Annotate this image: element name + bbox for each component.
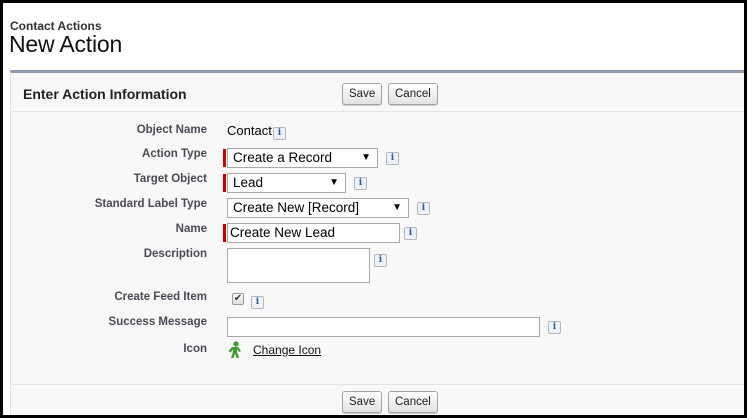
success-message-info-icon[interactable]: i (548, 321, 561, 334)
target-object-required-bar (223, 174, 226, 192)
standard-label-type-label: Standard Label Type (94, 198, 207, 210)
name-info-icon[interactable]: i (404, 227, 417, 240)
save-button-bottom[interactable]: Save (342, 391, 383, 413)
panel-footer: Save Cancel (11, 384, 744, 413)
person-icon (227, 341, 243, 359)
action-type-select[interactable]: Create a Record ▼ (227, 148, 378, 168)
target-object-select[interactable]: Lead ▼ (227, 173, 346, 193)
cancel-button-top[interactable]: Cancel (388, 83, 438, 105)
object-name-info-icon[interactable]: i (273, 127, 286, 140)
page-title: New Action (9, 31, 123, 57)
icon-label: Icon (183, 343, 207, 355)
standard-label-type-selected: Create New [Record] (233, 200, 360, 215)
chevron-down-icon: ▼ (361, 152, 371, 163)
action-info-panel: Enter Action Information Save Cancel Obj… (10, 70, 744, 415)
change-icon-link[interactable]: Change Icon (253, 343, 321, 357)
target-object-selected: Lead (233, 175, 264, 190)
name-required-bar (223, 224, 226, 242)
create-feed-item-label: Create Feed Item (114, 291, 207, 303)
action-type-required-bar (223, 149, 226, 167)
cancel-button-bottom[interactable]: Cancel (388, 391, 438, 413)
panel-title: Enter Action Information (23, 86, 187, 102)
create-feed-item-checkbox[interactable]: ✔ (232, 293, 244, 305)
action-type-selected: Create a Record (233, 150, 333, 165)
checkmark-icon: ✔ (233, 293, 243, 304)
create-feed-item-info-icon[interactable]: i (251, 296, 264, 309)
standard-label-type-info-icon[interactable]: i (417, 202, 430, 215)
action-type-info-icon[interactable]: i (386, 152, 399, 165)
description-label: Description (143, 248, 207, 260)
name-input[interactable]: Create New Lead (227, 223, 400, 243)
success-message-input[interactable] (227, 317, 540, 337)
chevron-down-icon: ▼ (392, 202, 402, 213)
object-name-label: Object Name (136, 124, 207, 136)
chevron-down-icon: ▼ (329, 177, 339, 188)
name-label: Name (175, 223, 207, 235)
page-frame: Contact Actions New Action Enter Action … (3, 3, 744, 415)
success-message-label: Success Message (108, 316, 207, 328)
action-type-label: Action Type (142, 148, 207, 160)
target-object-info-icon[interactable]: i (354, 177, 367, 190)
description-info-icon[interactable]: i (374, 254, 387, 267)
target-object-label: Target Object (133, 173, 207, 185)
panel-header: Enter Action Information Save Cancel (11, 73, 744, 112)
object-name-value: Contact (227, 123, 272, 138)
save-button-top[interactable]: Save (342, 83, 383, 105)
standard-label-type-select[interactable]: Create New [Record] ▼ (227, 198, 409, 218)
description-textarea[interactable] (227, 248, 370, 283)
